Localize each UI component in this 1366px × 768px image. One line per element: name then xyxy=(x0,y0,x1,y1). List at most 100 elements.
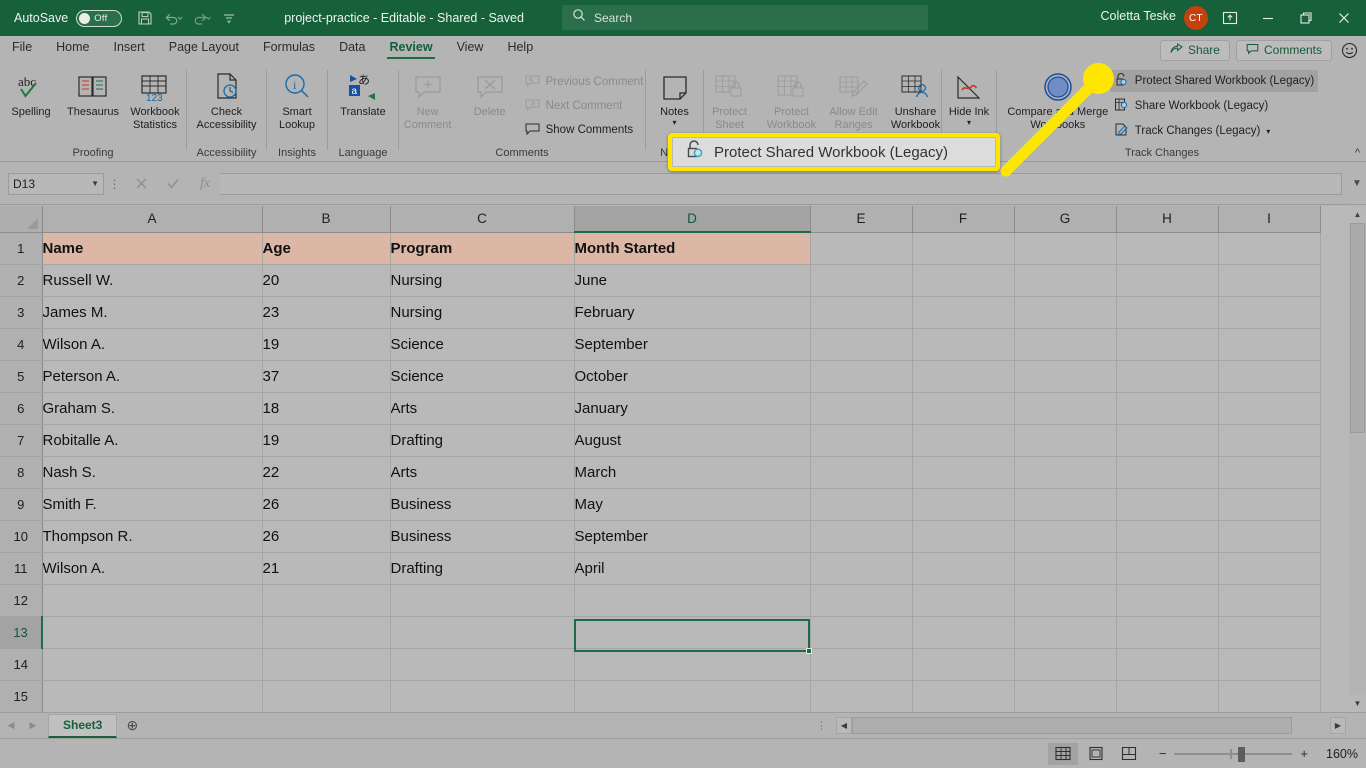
cell-b12[interactable] xyxy=(262,584,391,617)
cell-a1[interactable]: Name xyxy=(42,232,263,265)
cell-e8[interactable] xyxy=(810,456,913,489)
cell-b10[interactable]: 26 xyxy=(262,520,391,553)
cell-e4[interactable] xyxy=(810,328,913,361)
cell-g2[interactable] xyxy=(1014,264,1117,297)
cell-a2[interactable]: Russell W. xyxy=(42,264,263,297)
scroll-right-icon[interactable]: ▶ xyxy=(1330,717,1346,734)
redo-icon[interactable] xyxy=(188,5,214,31)
cell-c12[interactable] xyxy=(390,584,575,617)
name-box-dropdown-icon[interactable]: ▼ xyxy=(91,179,99,188)
cell-f9[interactable] xyxy=(912,488,1015,521)
cell-b8[interactable]: 22 xyxy=(262,456,391,489)
cell-i14[interactable] xyxy=(1218,648,1321,681)
feedback-smiley-icon[interactable] xyxy=(1338,39,1360,61)
cell-i5[interactable] xyxy=(1218,360,1321,393)
cell-i13[interactable] xyxy=(1218,616,1321,649)
scroll-left-icon[interactable]: ◀ xyxy=(836,717,852,734)
close-icon[interactable] xyxy=(1322,0,1366,36)
cell-f10[interactable] xyxy=(912,520,1015,553)
cell-h6[interactable] xyxy=(1116,392,1219,425)
cell-g15[interactable] xyxy=(1014,680,1117,712)
protect-workbook-button[interactable]: Protect Workbook xyxy=(761,67,823,131)
name-box[interactable]: D13 ▼ xyxy=(8,172,104,195)
cell-f15[interactable] xyxy=(912,680,1015,712)
cell-h7[interactable] xyxy=(1116,424,1219,457)
page-break-preview-icon[interactable] xyxy=(1114,743,1144,765)
cell-g12[interactable] xyxy=(1014,584,1117,617)
cell-h14[interactable] xyxy=(1116,648,1219,681)
column-header-g[interactable]: G xyxy=(1014,206,1117,233)
tab-split-grip[interactable]: ⋮ xyxy=(816,719,828,732)
cell-e13[interactable] xyxy=(810,616,913,649)
cell-c14[interactable] xyxy=(390,648,575,681)
expand-formula-bar-icon[interactable]: ▼ xyxy=(1348,178,1366,189)
cell-b4[interactable]: 19 xyxy=(262,328,391,361)
row-header-3[interactable]: 3 xyxy=(0,296,43,329)
cell-h15[interactable] xyxy=(1116,680,1219,712)
cell-g10[interactable] xyxy=(1014,520,1117,553)
cell-h9[interactable] xyxy=(1116,488,1219,521)
column-header-i[interactable]: I xyxy=(1218,206,1321,233)
cell-a9[interactable]: Smith F. xyxy=(42,488,263,521)
cell-e6[interactable] xyxy=(810,392,913,425)
tab-formulas[interactable]: Formulas xyxy=(251,36,327,59)
cell-f3[interactable] xyxy=(912,296,1015,329)
share-workbook-legacy-button[interactable]: Share Workbook (Legacy) xyxy=(1110,95,1318,117)
cell-e9[interactable] xyxy=(810,488,913,521)
cell-f4[interactable] xyxy=(912,328,1015,361)
spreadsheet-grid[interactable]: A B C D E F G H I 1 Name Age Program Mon… xyxy=(0,206,1366,712)
row-header-8[interactable]: 8 xyxy=(0,456,43,489)
row-header-5[interactable]: 5 xyxy=(0,360,43,393)
previous-comment-button[interactable]: Previous Comment xyxy=(521,71,648,93)
cell-e11[interactable] xyxy=(810,552,913,585)
cell-d4[interactable]: September xyxy=(574,328,811,361)
cell-d11[interactable]: April xyxy=(574,552,811,585)
search-input[interactable]: Search xyxy=(562,5,928,30)
document-title[interactable]: project-practice - Editable - Shared - S… xyxy=(284,11,524,25)
cell-d15[interactable] xyxy=(574,680,811,712)
row-header-13[interactable]: 13 xyxy=(0,616,43,649)
cell-d2[interactable]: June xyxy=(574,264,811,297)
cell-e12[interactable] xyxy=(810,584,913,617)
cell-g11[interactable] xyxy=(1014,552,1117,585)
cell-b9[interactable]: 26 xyxy=(262,488,391,521)
column-header-h[interactable]: H xyxy=(1116,206,1219,233)
cell-c5[interactable]: Science xyxy=(390,360,575,393)
cell-g5[interactable] xyxy=(1014,360,1117,393)
cell-b3[interactable]: 23 xyxy=(262,296,391,329)
cell-c7[interactable]: Drafting xyxy=(390,424,575,457)
cell-h11[interactable] xyxy=(1116,552,1219,585)
cell-g3[interactable] xyxy=(1014,296,1117,329)
zoom-level-label[interactable]: 160% xyxy=(1316,747,1358,761)
horizontal-scroll-thumb[interactable] xyxy=(852,717,1292,734)
cell-a8[interactable]: Nash S. xyxy=(42,456,263,489)
insert-function-fx-icon[interactable]: fx xyxy=(190,173,220,195)
new-comment-button[interactable]: New Comment xyxy=(397,67,459,131)
spelling-button[interactable]: abc Spelling xyxy=(0,67,62,119)
protect-shared-workbook-legacy-button[interactable]: Protect Shared Workbook (Legacy) xyxy=(1109,70,1319,92)
cell-i7[interactable] xyxy=(1218,424,1321,457)
tab-file[interactable]: File xyxy=(0,36,44,59)
cell-b14[interactable] xyxy=(262,648,391,681)
workbook-statistics-button[interactable]: 123 Workbook Statistics xyxy=(124,67,186,131)
avatar[interactable]: CT xyxy=(1184,6,1208,30)
cell-d12[interactable] xyxy=(574,584,811,617)
cell-b13[interactable] xyxy=(262,616,391,649)
chevron-down-icon[interactable]: ▾ xyxy=(1266,127,1270,136)
customize-quick-access-toolbar-icon[interactable] xyxy=(216,5,242,31)
cell-h5[interactable] xyxy=(1116,360,1219,393)
cell-c13[interactable] xyxy=(390,616,575,649)
cell-i10[interactable] xyxy=(1218,520,1321,553)
thesaurus-button[interactable]: Thesaurus xyxy=(62,67,124,119)
cell-d13-active[interactable] xyxy=(574,616,811,649)
cell-h8[interactable] xyxy=(1116,456,1219,489)
cell-c3[interactable]: Nursing xyxy=(390,296,575,329)
cell-i15[interactable] xyxy=(1218,680,1321,712)
cell-b7[interactable]: 19 xyxy=(262,424,391,457)
cell-d5[interactable]: October xyxy=(574,360,811,393)
column-header-d[interactable]: D xyxy=(574,206,811,233)
tab-insert[interactable]: Insert xyxy=(102,36,157,59)
row-header-1[interactable]: 1 xyxy=(0,232,43,265)
allow-edit-ranges-button[interactable]: Allow Edit Ranges xyxy=(823,67,885,131)
cell-c2[interactable]: Nursing xyxy=(390,264,575,297)
